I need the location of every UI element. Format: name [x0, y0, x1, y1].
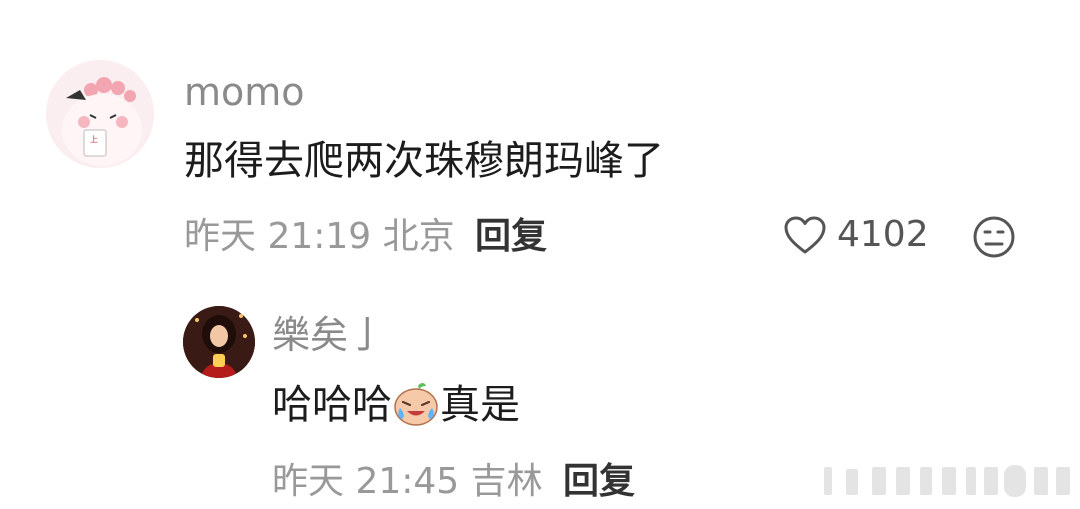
avatar-illustration: 上 — [46, 60, 154, 168]
reply-username[interactable]: 樂矣亅 — [272, 313, 386, 357]
comment-meta: 昨天 21:19 北京 — [184, 215, 455, 259]
heart-outline-icon — [784, 216, 826, 253]
comment-text: 那得去爬两次珠穆朗玛峰了 — [184, 138, 664, 184]
crying-laughing-emoji — [392, 380, 440, 428]
neutral-face-icon — [973, 216, 1015, 258]
reply-text-before: 哈哈哈 — [272, 382, 392, 428]
reply-button[interactable]: 回复 — [475, 215, 547, 259]
reply-location: 吉林 — [470, 461, 543, 502]
reply-time: 昨天 21:45 — [272, 461, 460, 502]
comment-location: 北京 — [382, 216, 455, 257]
like-count: 4102 — [837, 214, 929, 255]
comment-username[interactable]: momo — [184, 70, 305, 114]
comment-time: 昨天 21:19 — [184, 216, 372, 257]
reply-text-after: 真是 — [440, 382, 520, 428]
avatar-le[interactable] — [183, 306, 255, 378]
reply-text: 哈哈哈 真是 — [272, 380, 520, 429]
reply-to-reply-button[interactable]: 回复 — [563, 460, 635, 504]
comment-thread: 上 momo 那得去爬两次珠穆朗玛峰了 昨天 21:19 北京 回复 4102 — [0, 0, 1080, 509]
dislike-button[interactable] — [972, 215, 1016, 263]
like-button[interactable]: 4102 — [783, 214, 929, 255]
reply-meta: 昨天 21:45 吉林 — [272, 460, 543, 504]
watermark-overlay — [824, 465, 1070, 497]
avatar-illustration — [183, 306, 255, 378]
svg-text:上: 上 — [90, 135, 98, 144]
avatar-momo[interactable]: 上 — [46, 60, 154, 168]
